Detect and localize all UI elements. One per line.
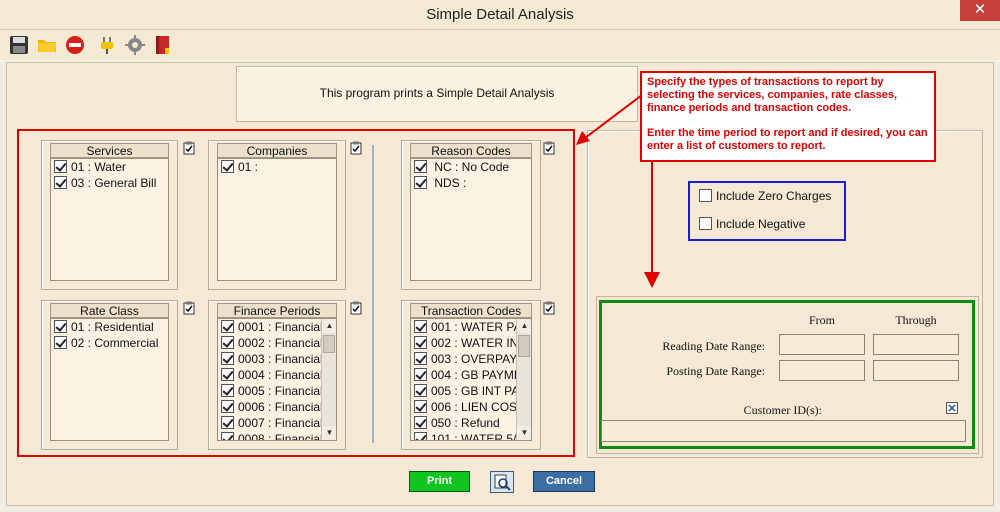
arrowhead-icon xyxy=(576,131,590,145)
magnifier-icon xyxy=(494,474,511,491)
print-button[interactable]: Print xyxy=(409,471,470,492)
instruction-callout: Specify the types of transactions to rep… xyxy=(640,71,936,162)
arrowhead-icon xyxy=(644,272,660,288)
arrow-to-selection xyxy=(584,94,643,139)
callout-line-2: Enter the time period to report and if d… xyxy=(647,127,928,152)
cancel-button[interactable]: Cancel xyxy=(533,471,595,492)
print-preview-button[interactable] xyxy=(490,471,514,493)
callout-line-1: Specify the types of transactions to rep… xyxy=(647,76,898,114)
